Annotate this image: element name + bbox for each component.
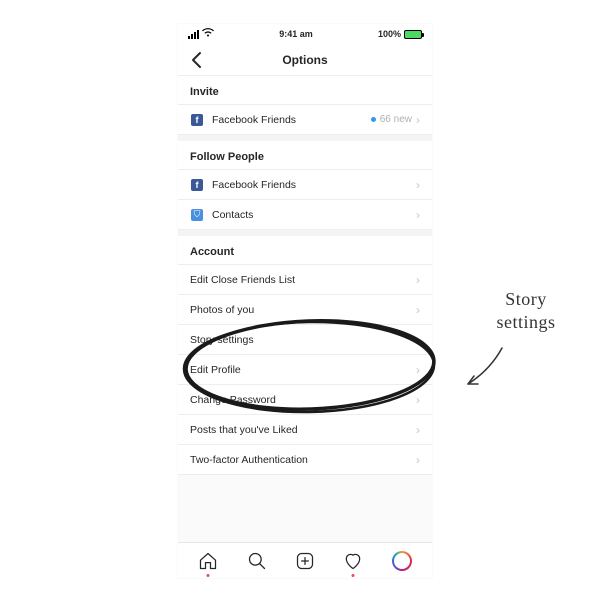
follow-facebook-friends[interactable]: f Facebook Friends › (178, 170, 432, 200)
row-label: Posts that you've Liked (190, 424, 416, 436)
section-header-account: Account (178, 236, 432, 265)
notification-dot (352, 574, 355, 577)
chevron-right-icon: › (416, 393, 420, 407)
facebook-icon: f (190, 178, 204, 192)
chevron-right-icon: › (416, 363, 420, 377)
content-scroll[interactable]: Invite f Facebook Friends 66 new › Follo… (178, 76, 432, 542)
account-two-factor[interactable]: Two-factor Authentication › (178, 445, 432, 475)
battery-icon (404, 30, 422, 39)
tab-bar (178, 542, 432, 578)
row-label: Facebook Friends (212, 114, 371, 126)
chevron-right-icon: › (416, 208, 420, 222)
status-time: 9:41 am (279, 29, 313, 39)
contacts-icon: ⛉ (190, 208, 204, 222)
back-button[interactable] (186, 50, 206, 70)
row-label: Story settings (190, 334, 416, 346)
phone-frame: 9:41 am 100% Options Invite f Facebook F… (178, 24, 432, 578)
chevron-right-icon: › (416, 423, 420, 437)
notification-dot (207, 574, 210, 577)
chevron-right-icon: › (416, 113, 420, 127)
row-label: Change Password (190, 394, 416, 406)
invite-facebook-friends[interactable]: f Facebook Friends 66 new › (178, 105, 432, 135)
chevron-right-icon: › (416, 273, 420, 287)
account-photos-of-you[interactable]: Photos of you › (178, 295, 432, 325)
facebook-icon: f (190, 113, 204, 127)
row-badge: 66 new (380, 114, 412, 125)
row-label: Two-factor Authentication (190, 454, 416, 466)
row-label: Contacts (212, 209, 416, 221)
tab-activity[interactable] (341, 549, 365, 573)
status-bar: 9:41 am 100% (178, 24, 432, 44)
annotation-label: Story settings (466, 288, 586, 335)
annotation-arrow (460, 340, 520, 400)
section-header-invite: Invite (178, 76, 432, 105)
tab-profile[interactable] (390, 549, 414, 573)
chevron-right-icon: › (416, 178, 420, 192)
account-story-settings[interactable]: Story settings › (178, 325, 432, 355)
battery-percent: 100% (378, 29, 401, 39)
chevron-right-icon: › (416, 333, 420, 347)
page-title: Options (282, 53, 327, 67)
new-indicator-dot (371, 117, 376, 122)
profile-avatar-icon (392, 551, 412, 571)
follow-contacts[interactable]: ⛉ Contacts › (178, 200, 432, 230)
tab-search[interactable] (245, 549, 269, 573)
nav-bar: Options (178, 44, 432, 76)
row-label: Edit Profile (190, 364, 416, 376)
account-edit-profile[interactable]: Edit Profile › (178, 355, 432, 385)
account-edit-close-friends[interactable]: Edit Close Friends List › (178, 265, 432, 295)
section-header-follow: Follow People (178, 141, 432, 170)
tab-new-post[interactable] (293, 549, 317, 573)
cell-signal-icon (188, 30, 199, 39)
row-label: Facebook Friends (212, 179, 416, 191)
account-change-password[interactable]: Change Password › (178, 385, 432, 415)
tab-home[interactable] (196, 549, 220, 573)
chevron-right-icon: › (416, 303, 420, 317)
chevron-right-icon: › (416, 453, 420, 467)
wifi-icon (202, 28, 214, 40)
row-label: Photos of you (190, 304, 416, 316)
account-posts-liked[interactable]: Posts that you've Liked › (178, 415, 432, 445)
row-label: Edit Close Friends List (190, 274, 416, 286)
